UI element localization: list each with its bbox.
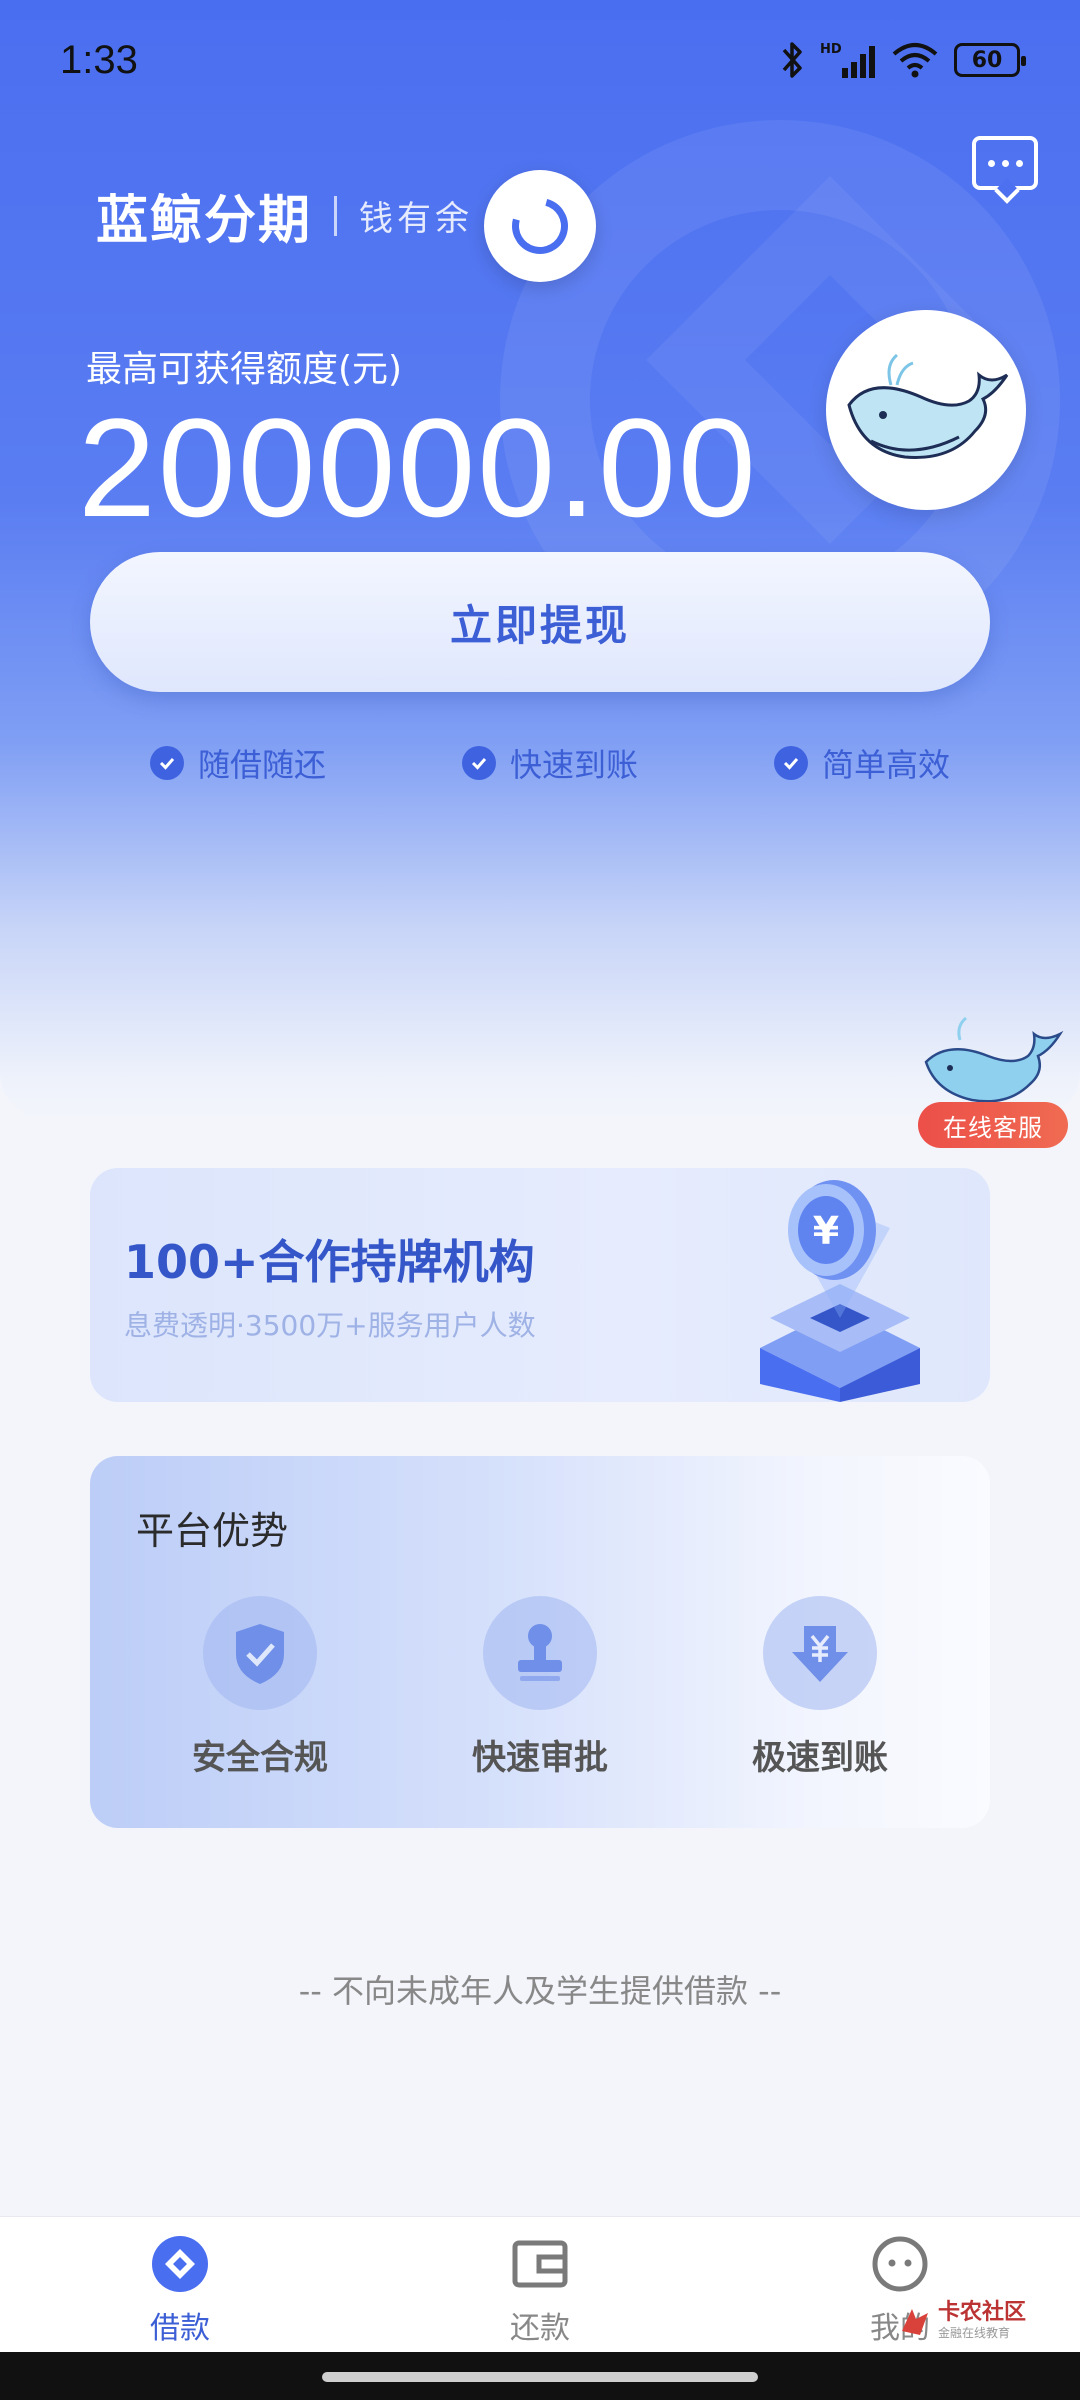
feature-item: 快速到账	[461, 740, 638, 786]
message-button[interactable]	[972, 136, 1038, 190]
online-customer-service-button[interactable]: 在线客服	[918, 1010, 1068, 1150]
message-icon-dot	[1001, 159, 1009, 167]
whale-service-icon	[924, 1016, 1064, 1103]
credit-limit-amount: 200000.00	[78, 389, 758, 546]
message-icon-dot	[1015, 159, 1023, 167]
partners-title: 100+合作持牌机构	[124, 1235, 535, 1289]
feature-label: 快速到账	[509, 746, 638, 784]
watermark-text: 卡农社区 金融在线教育	[938, 2302, 1026, 2341]
advantage-label: 快速审批	[472, 1738, 608, 1778]
advantage-label: 极速到账	[752, 1738, 888, 1778]
feature-label: 随借随还	[198, 746, 327, 784]
credit-limit-label: 最高可获得额度(元)	[86, 349, 403, 390]
nav-label: 还款	[510, 2311, 570, 2346]
watermark-title: 卡农社区	[938, 2300, 1027, 2325]
advantage-item: 极速到账	[720, 1596, 920, 1779]
partners-subtitle: 息费透明·3500万+服务用户人数	[124, 1309, 536, 1342]
nav-tab-repayment[interactable]: 还款	[420, 2235, 660, 2347]
coin-server-illustration: ¥	[760, 1180, 920, 1402]
check-circle-icon	[461, 746, 496, 780]
feature-list: 随借随还 快速到账 简单高效	[150, 740, 950, 786]
loading-spinner-icon	[501, 187, 579, 265]
battery-level: 60	[971, 47, 1003, 73]
nav-tab-loan[interactable]: 借款	[60, 2235, 300, 2347]
wallet-icon	[512, 2240, 568, 2288]
watermark-logo-icon	[902, 2308, 928, 2335]
bluetooth-icon	[782, 42, 802, 78]
wifi-icon	[892, 43, 938, 78]
brand-name: 蓝鲸分期	[96, 191, 313, 251]
cellular-signal-icon: HD	[820, 42, 875, 78]
profile-icon	[872, 2236, 928, 2292]
nav-label: 借款	[150, 2311, 210, 2346]
feature-item: 简单高效	[773, 740, 950, 786]
status-icons: HD 60	[778, 40, 1026, 80]
platform-advantages-card: 平台优势 安全合规 快速审批 极速到账	[90, 1456, 990, 1828]
advantage-label: 安全合规	[192, 1738, 328, 1778]
shield-check-icon	[203, 1596, 317, 1710]
loan-icon	[152, 2236, 208, 2292]
svg-text:¥: ¥	[813, 1209, 839, 1253]
watermark-subtitle: 金融在线教育	[938, 2326, 1011, 2340]
svg-text:HD: HD	[820, 42, 842, 57]
partners-card[interactable]: 100+合作持牌机构 息费透明·3500万+服务用户人数 ¥	[90, 1168, 990, 1402]
minors-disclaimer: -- 不向未成年人及学生提供借款 --	[298, 1972, 782, 2010]
advantages-list: 安全合规 快速审批 极速到账	[90, 1596, 990, 1779]
advantage-item: 安全合规	[160, 1596, 360, 1779]
brand-divider	[334, 195, 338, 236]
watermark: 卡农社区 金融在线教育	[898, 2302, 1026, 2341]
check-circle-icon	[150, 746, 184, 780]
advantages-title: 平台优势	[136, 1509, 289, 1553]
check-circle-icon	[773, 746, 808, 780]
battery-indicator: 60	[954, 43, 1026, 77]
whale-mascot	[826, 310, 1026, 510]
brand-header: 蓝鲸分期 钱有余	[96, 178, 473, 253]
advantage-item: 快速审批	[440, 1596, 640, 1779]
feature-label: 简单高效	[821, 746, 950, 784]
system-navigation-bar	[0, 2352, 1080, 2400]
message-icon-dot	[987, 159, 995, 167]
home-indicator[interactable]	[322, 2372, 758, 2382]
download-yuan-icon	[763, 1596, 877, 1710]
brand-subtitle: 钱有余	[359, 199, 474, 239]
whale-icon	[847, 353, 1009, 459]
stamp-icon	[483, 1596, 597, 1710]
loading-spinner	[484, 170, 596, 282]
status-bar: 1:33 HD 60	[0, 0, 1080, 120]
status-time: 1:33	[60, 37, 138, 82]
withdraw-now-button[interactable]: 立即提现	[90, 552, 990, 692]
online-service-label: 在线客服	[918, 1102, 1068, 1148]
feature-item: 随借随还	[150, 740, 326, 786]
